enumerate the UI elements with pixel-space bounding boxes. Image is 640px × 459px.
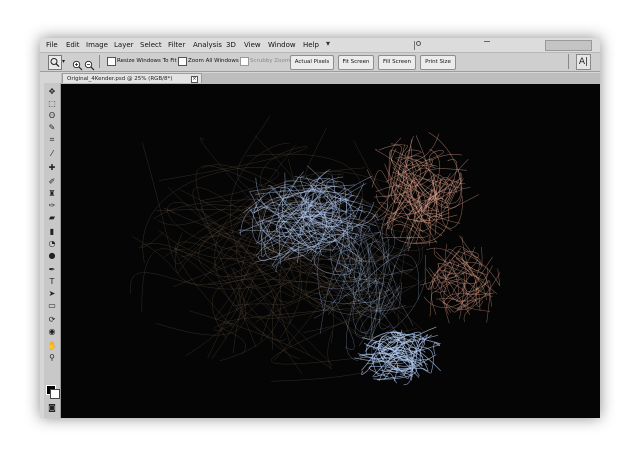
document-canvas[interactable] xyxy=(61,84,600,418)
tools-panel: ✥ ⬚ ʘ ✎ ⌗ ⁄ ✚ ✐ ♜ ✑ ▰ ▮ ◔ ● ✒ T ➤ ▭ ⟳ ◉ … xyxy=(44,83,61,418)
light-strand xyxy=(142,167,279,263)
light-strand xyxy=(360,225,401,300)
healing-brush-tool-icon[interactable]: ✚ xyxy=(46,163,58,173)
resize-windows-checkbox[interactable] xyxy=(107,57,116,66)
3d-rotate-tool-icon[interactable]: ⟳ xyxy=(46,315,58,325)
lasso-tool-icon[interactable]: ʘ xyxy=(46,111,58,121)
light-painting-artwork xyxy=(130,116,501,386)
dodge-tool-icon[interactable]: ● xyxy=(46,251,58,261)
brush-tool-icon[interactable]: ✐ xyxy=(46,177,58,187)
zoom-all-windows-checkbox[interactable] xyxy=(178,57,187,66)
zoom-tool-preset[interactable] xyxy=(48,55,62,70)
light-strand xyxy=(213,145,296,269)
light-strand xyxy=(444,243,459,300)
chevron-down-icon[interactable]: ▾ xyxy=(326,39,330,48)
light-strand xyxy=(230,239,291,324)
gradient-tool-icon[interactable]: ▮ xyxy=(46,227,58,237)
menu-analysis[interactable]: Analysis xyxy=(193,40,222,50)
fill-screen-button[interactable]: Fill Screen xyxy=(378,55,416,70)
eraser-tool-icon[interactable]: ▰ xyxy=(46,213,58,223)
quick-mask-icon[interactable]: ◙ xyxy=(46,403,58,413)
history-brush-tool-icon[interactable]: ✑ xyxy=(46,201,58,211)
close-icon[interactable]: × xyxy=(191,76,198,83)
fit-screen-button[interactable]: Fit Screen xyxy=(338,55,374,70)
quick-select-tool-icon[interactable]: ✎ xyxy=(46,123,58,133)
menu-bar: File Edit Image Layer Select Filter Anal… xyxy=(40,38,600,53)
scrubby-zoom-label: Scrubby Zoom xyxy=(250,58,291,64)
menu-3d[interactable]: 3D xyxy=(226,40,236,50)
zoom-all-windows-label: Zoom All Windows xyxy=(188,58,239,64)
background-color-swatch[interactable] xyxy=(50,389,60,399)
marquee-tool-icon[interactable]: ⬚ xyxy=(46,99,58,109)
3d-orbit-tool-icon[interactable]: ◉ xyxy=(46,327,58,337)
circle-icon xyxy=(416,41,421,46)
magnifier-icon xyxy=(50,58,60,68)
resize-windows-label: Resize Windows To Fit xyxy=(117,58,177,64)
photoshop-window: File Edit Image Layer Select Filter Anal… xyxy=(40,38,600,418)
path-selection-tool-icon[interactable]: ➤ xyxy=(46,289,58,299)
hand-tool-icon[interactable]: ✋ xyxy=(46,341,58,351)
eyedropper-tool-icon[interactable]: ⁄ xyxy=(46,149,58,159)
crop-tool-icon[interactable]: ⌗ xyxy=(46,135,58,145)
workspace-switcher[interactable] xyxy=(545,40,592,51)
type-tool-icon[interactable]: T xyxy=(46,277,58,287)
divider xyxy=(99,55,100,68)
divider xyxy=(568,54,569,69)
menu-file[interactable]: File xyxy=(46,40,58,50)
actual-pixels-button[interactable]: Actual Pixels xyxy=(290,55,334,70)
menu-edit[interactable]: Edit xyxy=(66,40,80,50)
pen-tool-icon[interactable]: ✒ xyxy=(46,265,58,275)
scrubby-zoom-checkbox[interactable] xyxy=(240,57,249,66)
light-strand xyxy=(415,159,471,189)
menu-layer[interactable]: Layer xyxy=(114,40,134,50)
options-bar: ▾ Resize Windows To Fit Zoom All Windows… xyxy=(40,53,600,72)
type-panel-icon[interactable]: A| xyxy=(576,54,591,70)
menu-help[interactable]: Help xyxy=(303,40,319,50)
zoom-tool-icon[interactable]: ⚲ xyxy=(46,353,58,363)
menu-window[interactable]: Window xyxy=(268,40,296,50)
print-size-button[interactable]: Print Size xyxy=(420,55,456,70)
light-strand xyxy=(433,341,440,355)
document-tab[interactable]: Original_4Kender.psd @ 25% (RGB/8*) × xyxy=(62,73,202,83)
divider xyxy=(414,41,415,50)
light-strand xyxy=(433,246,479,277)
blur-tool-icon[interactable]: ◔ xyxy=(46,239,58,249)
menu-image[interactable]: Image xyxy=(86,40,108,50)
shape-tool-icon[interactable]: ▭ xyxy=(46,301,58,311)
menu-select[interactable]: Select xyxy=(140,40,162,50)
clone-stamp-tool-icon[interactable]: ♜ xyxy=(46,189,58,199)
menu-filter[interactable]: Filter xyxy=(168,40,185,50)
minus-icon xyxy=(484,41,490,42)
menu-view[interactable]: View xyxy=(244,40,261,50)
chevron-down-icon[interactable]: ▾ xyxy=(62,58,65,65)
move-tool-icon[interactable]: ✥ xyxy=(46,87,58,97)
document-tab-title: Original_4Kender.psd @ 25% (RGB/8*) xyxy=(67,76,173,82)
